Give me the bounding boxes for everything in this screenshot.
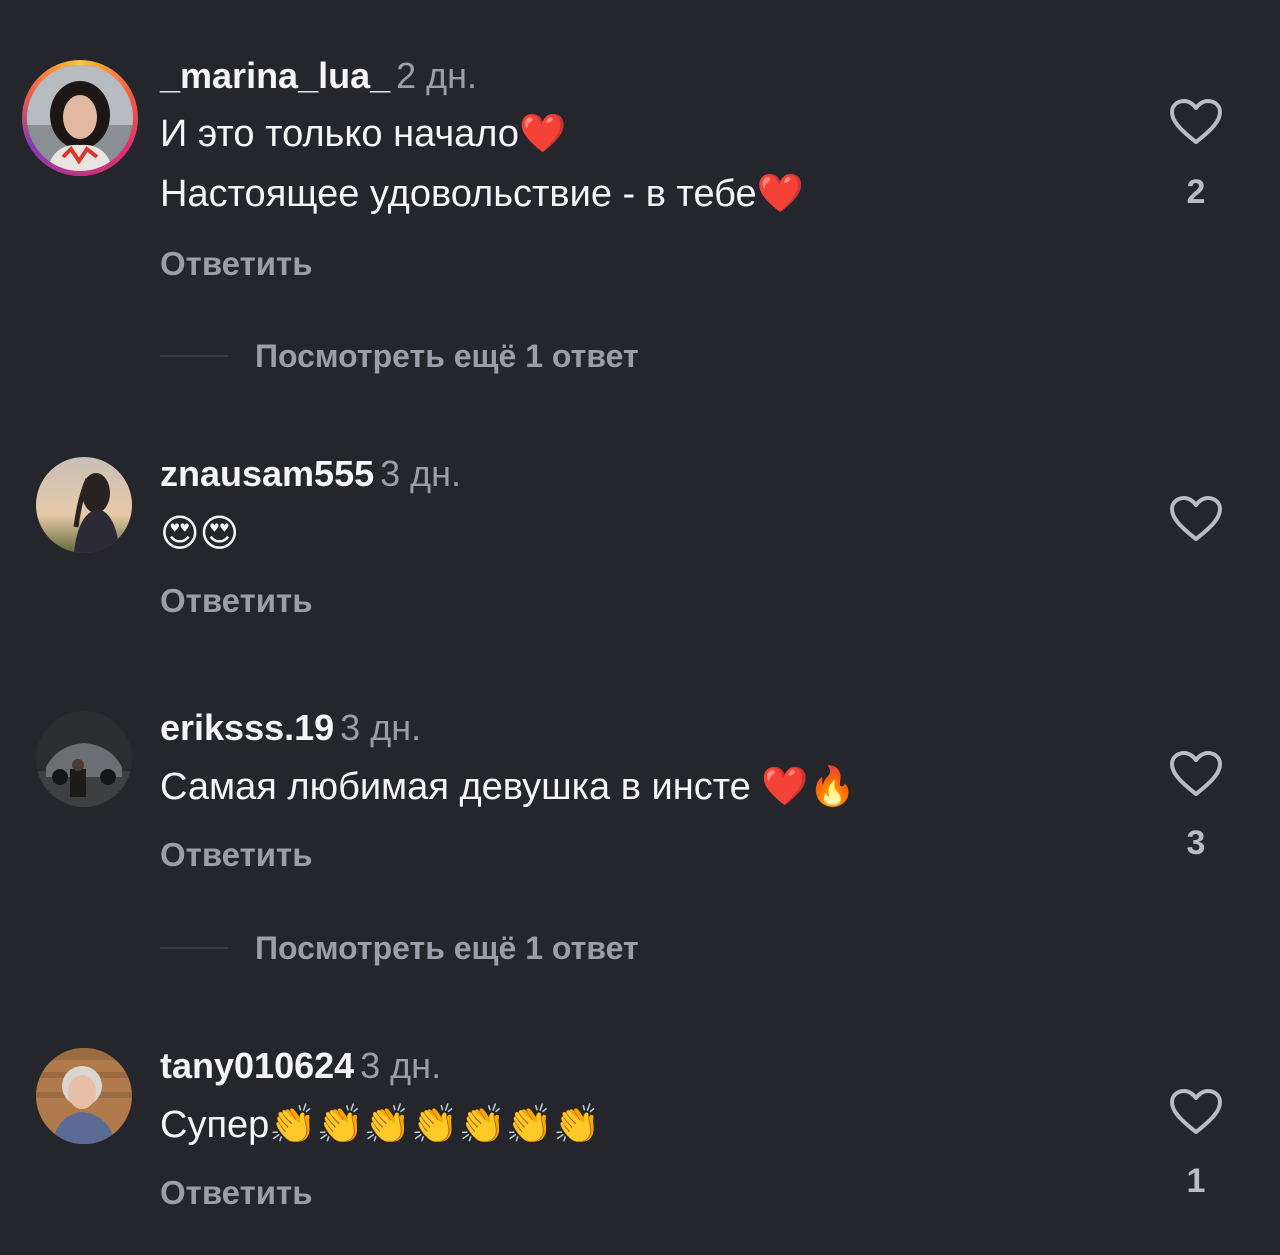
timestamp: 3 дн. — [360, 1045, 442, 1086]
view-more-replies-label: Посмотреть ещё 1 ответ — [255, 337, 639, 374]
comment-text: Супер👏👏👏👏👏👏👏 — [160, 1104, 601, 1146]
divider — [160, 355, 228, 357]
heart-outline-icon — [1170, 1089, 1222, 1134]
like-count: 1 — [1186, 1162, 1206, 1200]
like-count: 2 — [1186, 173, 1206, 211]
view-more-replies[interactable]: Посмотреть ещё 1 ответ — [160, 336, 639, 376]
username[interactable]: eriksss.19 — [160, 707, 334, 748]
like-button[interactable] — [1168, 1088, 1224, 1136]
divider — [160, 947, 228, 949]
avatar[interactable] — [27, 65, 133, 171]
view-more-replies-label: Посмотреть ещё 1 ответ — [255, 929, 639, 966]
heart-outline-icon — [1170, 751, 1222, 796]
avatar[interactable] — [36, 457, 132, 553]
comment-text: Самая любимая девушка в инсте ❤️🔥 — [160, 766, 857, 808]
heart-outline-icon — [1170, 99, 1222, 144]
timestamp: 2 дн. — [396, 55, 478, 96]
view-more-replies[interactable]: Посмотреть ещё 1 ответ — [160, 928, 639, 968]
like-button[interactable] — [1168, 495, 1224, 543]
like-button[interactable] — [1168, 750, 1224, 798]
username[interactable]: _marina_lua_ — [160, 55, 390, 96]
reply-button[interactable]: Ответить — [160, 835, 313, 875]
reply-button[interactable]: Ответить — [160, 244, 313, 284]
username[interactable]: tany010624 — [160, 1045, 354, 1086]
like-button[interactable] — [1168, 98, 1224, 146]
heart-outline-icon — [1170, 496, 1222, 541]
story-ring[interactable] — [22, 60, 138, 176]
comment-text: Настоящее удовольствие - в тебе❤️ — [160, 173, 804, 215]
avatar[interactable] — [36, 1048, 132, 1144]
username[interactable]: znausam555 — [160, 453, 374, 494]
comment-text: И это только начало❤️ — [160, 113, 567, 155]
comment-text: 😍😍 — [160, 511, 240, 555]
timestamp: 3 дн. — [380, 453, 462, 494]
like-count: 3 — [1186, 824, 1206, 862]
reply-button[interactable]: Ответить — [160, 581, 313, 621]
timestamp: 3 дн. — [340, 707, 422, 748]
avatar[interactable] — [36, 711, 132, 807]
reply-button[interactable]: Ответить — [160, 1173, 313, 1213]
